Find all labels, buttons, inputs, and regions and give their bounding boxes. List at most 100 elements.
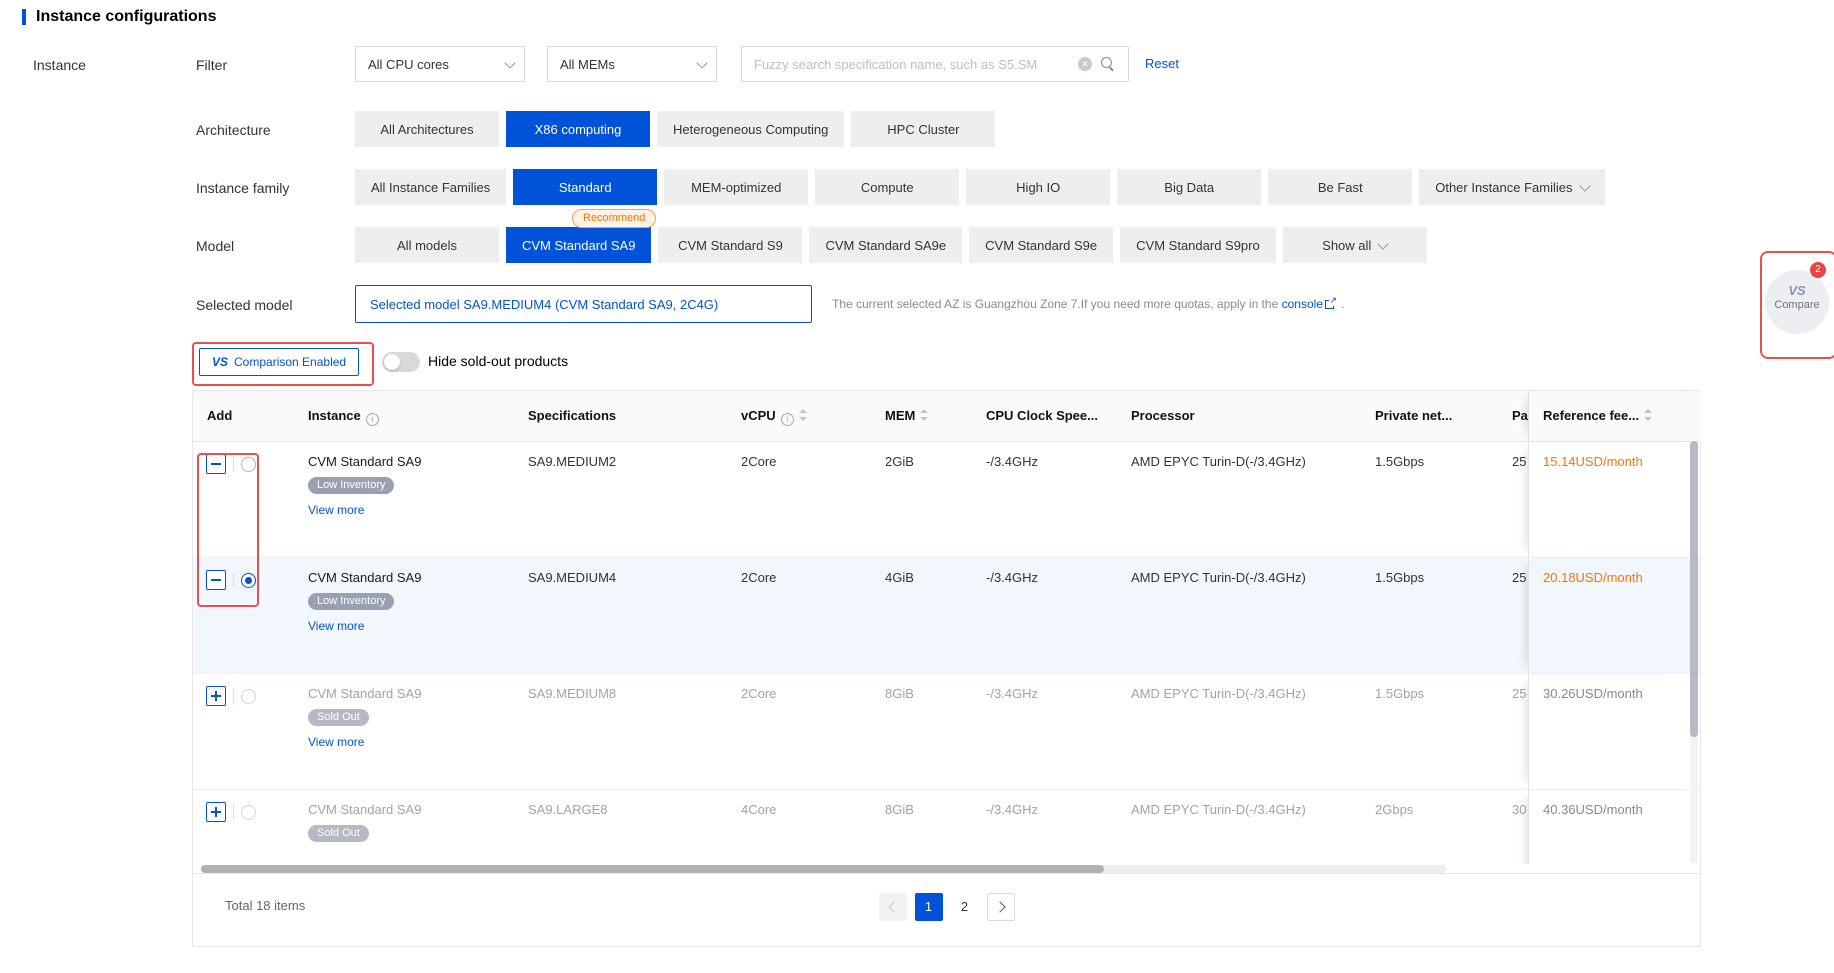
family-option-high-io[interactable]: High IO — [966, 169, 1110, 205]
sort-icon[interactable] — [920, 409, 928, 422]
model-option-s9pro[interactable]: CVM Standard S9pro — [1120, 227, 1276, 263]
horizontal-scrollbar-thumb[interactable] — [201, 865, 1104, 873]
prev-page-button[interactable] — [879, 893, 907, 921]
page-title: Instance configurations — [36, 8, 216, 26]
family-option-be-fast[interactable]: Be Fast — [1268, 169, 1412, 205]
model-option-s9e[interactable]: CVM Standard S9e — [969, 227, 1113, 263]
selected-model-box[interactable]: Selected model SA9.MEDIUM4 (CVM Standard… — [355, 285, 812, 323]
reset-link[interactable]: Reset — [1145, 56, 1179, 71]
chevron-down-icon — [1579, 180, 1590, 191]
select-instance-radio[interactable] — [241, 805, 256, 820]
architecture-option-hpc[interactable]: HPC Cluster — [851, 111, 995, 147]
clock-cell: -/3.4GHz — [986, 802, 1038, 817]
row-actions — [206, 802, 256, 822]
comparison-enabled-button[interactable]: VS Comparison Enabled — [199, 348, 359, 376]
chevron-right-icon — [994, 901, 1005, 912]
instance-name: CVM Standard SA9 — [308, 454, 421, 469]
select-instance-radio[interactable] — [241, 689, 256, 704]
table-header: Add Instance Specifications vCPU MEM CPU… — [193, 391, 1700, 442]
remove-instance-button[interactable] — [206, 454, 226, 474]
select-instance-radio[interactable] — [241, 457, 256, 472]
search-icon[interactable] — [1100, 56, 1116, 72]
family-option-compute[interactable]: Compute — [815, 169, 959, 205]
compare-count-badge: 2 — [1810, 262, 1826, 278]
architecture-label: Architecture — [196, 122, 271, 138]
reference-fee-cell: 40.36USD/month — [1528, 790, 1700, 865]
add-instance-button[interactable] — [206, 686, 226, 706]
model-option-s9[interactable]: CVM Standard S9 — [658, 227, 802, 263]
processor-cell: AMD EPYC Turin-D(-/3.4GHz) — [1131, 570, 1306, 585]
comparison-enabled-label: Comparison Enabled — [234, 355, 346, 369]
az-note-end: . — [1341, 297, 1344, 311]
select-instance-radio[interactable] — [241, 573, 256, 588]
header-instance: Instance — [308, 408, 379, 426]
instance-cell: CVM Standard SA9 Sold Out View more — [308, 686, 421, 749]
divider — [233, 805, 234, 819]
family-option-other-label: Other Instance Families — [1435, 180, 1572, 195]
vertical-scrollbar-thumb[interactable] — [1690, 441, 1698, 737]
family-option-big-data[interactable]: Big Data — [1117, 169, 1261, 205]
family-option-other-dropdown[interactable]: Other Instance Families — [1419, 169, 1604, 205]
remove-instance-button[interactable] — [206, 570, 226, 590]
table-row: CVM Standard SA9 Low Inventory View more… — [193, 442, 1700, 558]
chevron-down-icon — [696, 57, 707, 68]
divider — [233, 457, 234, 471]
info-icon[interactable] — [781, 413, 794, 426]
table-footer: Total 18 items 1 2 — [193, 873, 1700, 946]
architecture-option-heterogeneous[interactable]: Heterogeneous Computing — [657, 111, 844, 147]
header-reference-fee: Reference fee... — [1528, 391, 1702, 441]
info-icon[interactable] — [366, 413, 379, 426]
table-row: CVM Standard SA9 Low Inventory View more… — [193, 558, 1700, 674]
header-mem: MEM — [885, 408, 928, 423]
mem-cell: 4GiB — [885, 570, 914, 585]
sort-icon[interactable] — [1644, 409, 1652, 422]
private-net-cell: 2Gbps — [1375, 802, 1413, 817]
model-option-sa9e[interactable]: CVM Standard SA9e — [809, 227, 962, 263]
sort-icon[interactable] — [799, 409, 807, 422]
reference-fee-cell: 20.18USD/month — [1528, 558, 1700, 673]
clock-cell: -/3.4GHz — [986, 454, 1038, 469]
hide-sold-out-toggle[interactable] — [382, 352, 420, 372]
add-instance-button[interactable] — [206, 802, 226, 822]
mem-select[interactable]: All MEMs — [547, 46, 717, 82]
private-net-cell: 1.5Gbps — [1375, 570, 1424, 585]
view-more-link[interactable]: View more — [308, 503, 421, 517]
pagination: 1 2 — [879, 893, 1015, 921]
instance-cell: CVM Standard SA9 Low Inventory View more — [308, 454, 421, 517]
family-option-standard[interactable]: Standard — [513, 169, 657, 205]
architecture-option-x86[interactable]: X86 computing — [506, 111, 650, 147]
console-link[interactable]: console — [1282, 297, 1323, 311]
model-option-all[interactable]: All models — [355, 227, 499, 263]
specifications-cell: SA9.MEDIUM2 — [528, 454, 616, 469]
architecture-options: All Architectures X86 computing Heteroge… — [355, 111, 1002, 147]
compare-button[interactable]: VS Compare — [1765, 270, 1829, 334]
page-1-button[interactable]: 1 — [915, 893, 943, 921]
private-net-cell: 1.5Gbps — [1375, 686, 1424, 701]
model-option-sa9[interactable]: CVM Standard SA9 — [506, 227, 651, 263]
architecture-option-all[interactable]: All Architectures — [355, 111, 499, 147]
pa-cell: 30 — [1512, 802, 1526, 817]
clear-search-icon[interactable] — [1078, 57, 1092, 71]
header-vcpu-label: vCPU — [741, 408, 776, 423]
cpu-cores-select[interactable]: All CPU cores — [355, 46, 525, 82]
page-2-button[interactable]: 2 — [951, 893, 979, 921]
chevron-left-icon — [888, 901, 899, 912]
divider — [233, 573, 234, 587]
model-option-show-all[interactable]: Show all — [1283, 227, 1427, 263]
view-more-link[interactable]: View more — [308, 619, 421, 633]
next-page-button[interactable] — [987, 893, 1015, 921]
vcpu-cell: 4Core — [741, 802, 776, 817]
family-option-mem-optimized[interactable]: MEM-optimized — [664, 169, 808, 205]
vcpu-cell: 2Core — [741, 454, 776, 469]
header-specifications: Specifications — [528, 408, 616, 423]
family-option-all[interactable]: All Instance Families — [355, 169, 506, 205]
reference-fee-cell: 30.26USD/month — [1528, 674, 1700, 789]
model-show-all-label: Show all — [1322, 238, 1371, 253]
row-actions — [206, 686, 256, 706]
left-nav-instance-label: Instance — [33, 57, 86, 73]
view-more-link[interactable]: View more — [308, 735, 421, 749]
instance-name: CVM Standard SA9 — [308, 802, 421, 817]
header-mem-label: MEM — [885, 408, 915, 423]
model-options: All models CVM Standard SA9 CVM Standard… — [355, 227, 1434, 263]
fuzzy-search-input[interactable] — [742, 57, 1078, 72]
